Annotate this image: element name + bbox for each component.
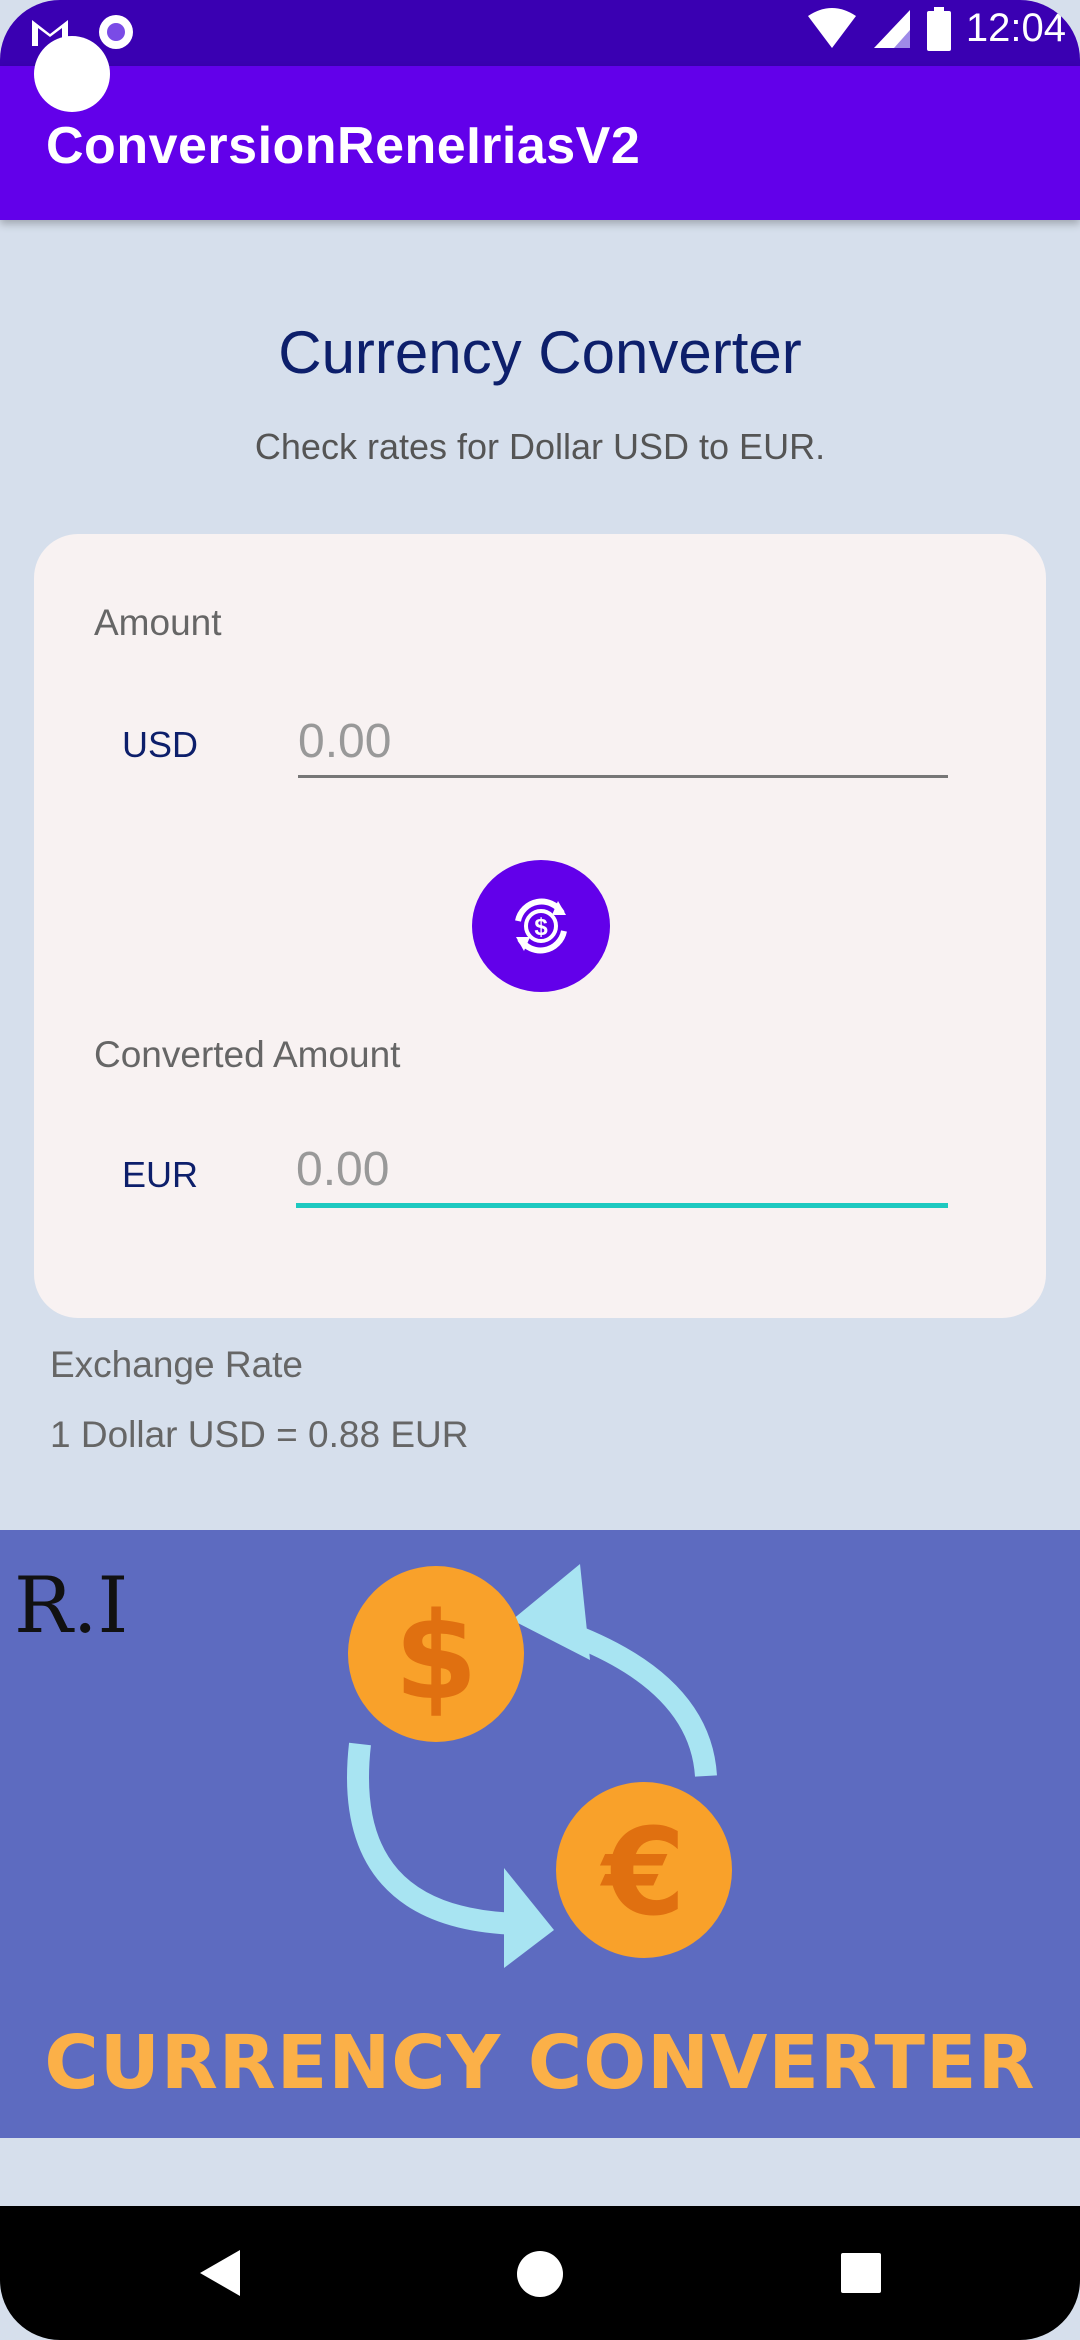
euro-symbol: € [599, 1804, 686, 1943]
usd-amount-input[interactable]: 0.00 [298, 712, 948, 778]
banner-illustration: R.I $ € [14, 1561, 732, 1968]
usd-label: USD [122, 724, 199, 765]
signal-icon [873, 9, 910, 48]
home-icon[interactable] [516, 2250, 564, 2298]
banner-caption: CURRENCY CONVERTER [44, 2020, 1036, 2106]
status-bar: 12:04 [0, 0, 1080, 66]
status-right-icons: 12:04 [806, 6, 1066, 51]
recents-icon[interactable] [840, 2252, 882, 2294]
back-icon[interactable] [196, 2248, 244, 2298]
app-bar: ConversionReneIriasV2 [0, 66, 1080, 220]
page-subtitle: Check rates for Dollar USD to EUR. [254, 426, 826, 467]
converter-card: Amount USD 0.00 $ Converted Amount EUR 0… [34, 534, 1046, 1318]
currency-exchange-icon: $ [515, 898, 567, 954]
exchange-rate-title: Exchange Rate [50, 1344, 304, 1385]
floating-dot [34, 36, 110, 112]
record-icon [99, 15, 133, 49]
converted-amount-label: Converted Amount [94, 1034, 401, 1075]
page-title: Currency Converter [278, 319, 802, 386]
svg-text:$: $ [534, 914, 548, 941]
banner-initials: R.I [14, 1561, 128, 1651]
eur-amount-field[interactable]: 0.00 [296, 1142, 948, 1208]
eur-label: EUR [122, 1154, 199, 1195]
navigation-bar [0, 2206, 1080, 2340]
arrow-top-icon [512, 1564, 590, 1660]
convert-button[interactable]: $ [472, 860, 610, 992]
app-title: ConversionReneIriasV2 [46, 117, 641, 175]
arrow-bottom-icon [504, 1868, 554, 1968]
battery-icon [926, 6, 951, 51]
exchange-rate-value: 1 Dollar USD = 0.88 EUR [50, 1414, 469, 1455]
usd-amount-placeholder: 0.00 [298, 715, 392, 768]
dollar-symbol: $ [394, 1588, 478, 1727]
currency-converter-banner: R.I $ € CURRENCY CONVERTER [0, 1530, 1080, 2138]
status-time: 12:04 [965, 6, 1066, 50]
amount-label: Amount [94, 602, 222, 643]
phone-screen: 12:04 ConversionReneIriasV2 Currency Con… [0, 0, 1080, 2340]
eur-amount-placeholder: 0.00 [296, 1143, 390, 1196]
wifi-icon [807, 7, 856, 48]
